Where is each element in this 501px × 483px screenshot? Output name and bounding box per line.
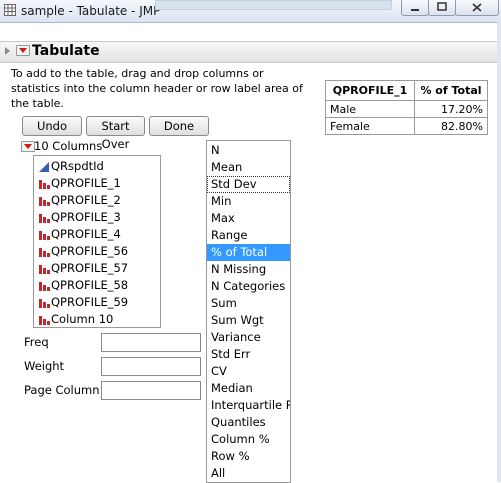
stat-item[interactable]: Interquartile Ra xyxy=(207,397,290,414)
nominal-bar-icon xyxy=(39,264,50,274)
red-triangle-menu-icon[interactable] xyxy=(16,45,30,56)
undo-button[interactable]: Undo xyxy=(22,116,82,136)
nominal-bar-icon xyxy=(39,230,50,240)
column-item[interactable]: QPROFILE_59 xyxy=(38,294,128,311)
stat-item[interactable]: Mean xyxy=(207,159,290,176)
nominal-bar-icon xyxy=(39,298,50,308)
stat-item[interactable]: N Missing xyxy=(207,261,290,278)
column-item[interactable]: Column 10 xyxy=(38,311,113,328)
stat-item[interactable]: Sum xyxy=(207,295,290,312)
background-window-strip xyxy=(155,0,392,10)
stat-item[interactable]: Column % xyxy=(207,431,290,448)
column-item[interactable]: QPROFILE_2 xyxy=(38,192,121,209)
nominal-bar-icon xyxy=(39,196,50,206)
result-table: QPROFILE_1 % of Total Male 17.20% Female… xyxy=(325,80,488,135)
window-title: sample - Tabulate - JMP xyxy=(21,4,161,18)
stat-item[interactable]: All xyxy=(207,465,290,482)
freq-label: Freq xyxy=(24,335,49,349)
table-header-column[interactable]: QPROFILE_1 xyxy=(325,80,415,101)
stat-item[interactable]: N xyxy=(207,142,290,159)
columns-list[interactable]: QRspdtId QPROFILE_1 QPROFILE_2 QPROFILE_… xyxy=(33,155,161,328)
nominal-bar-icon xyxy=(39,281,50,291)
page-column-field[interactable] xyxy=(101,381,201,400)
stat-item[interactable]: Sum Wgt xyxy=(207,312,290,329)
close-icon xyxy=(472,3,482,12)
table-row: Male 17.20% xyxy=(325,100,488,118)
maximize-icon xyxy=(437,2,447,11)
stat-item[interactable]: CV xyxy=(207,363,290,380)
table-row: Female 82.80% xyxy=(325,117,488,135)
nominal-bar-icon xyxy=(39,179,50,189)
stat-item[interactable]: Std Dev xyxy=(207,176,290,193)
stat-item[interactable]: Median xyxy=(207,380,290,397)
weight-label: Weight xyxy=(24,359,65,373)
row-label[interactable]: Female xyxy=(325,117,415,135)
column-item[interactable]: QRspdtId xyxy=(38,158,104,175)
column-item[interactable]: QPROFILE_3 xyxy=(38,209,121,226)
weight-field[interactable] xyxy=(101,357,201,376)
stat-item[interactable]: Variance xyxy=(207,329,290,346)
instructions-text: To add to the table, drag and drop colum… xyxy=(11,67,303,110)
done-button[interactable]: Done xyxy=(149,116,209,136)
stat-item[interactable]: Range xyxy=(207,227,290,244)
statistics-list[interactable]: N Mean Std Dev Min Max Range % of Total … xyxy=(206,140,291,483)
start-over-button[interactable]: Start Over xyxy=(86,116,145,151)
continuous-icon xyxy=(39,161,49,172)
row-label[interactable]: Male xyxy=(325,100,415,118)
column-item[interactable]: QPROFILE_58 xyxy=(38,277,128,294)
jmp-table-icon xyxy=(4,4,16,16)
section-title: Tabulate xyxy=(32,43,100,59)
maximize-button[interactable] xyxy=(428,0,456,16)
stat-item[interactable]: Std Err xyxy=(207,346,290,363)
close-button[interactable] xyxy=(455,0,499,16)
stat-item[interactable]: N Categories xyxy=(207,278,290,295)
window-right-border xyxy=(497,22,501,482)
freq-field[interactable] xyxy=(101,333,201,352)
column-item[interactable]: QPROFILE_1 xyxy=(38,175,121,192)
minimize-button[interactable] xyxy=(401,0,429,16)
row-value: 82.80% xyxy=(414,117,488,135)
nominal-bar-icon xyxy=(39,315,50,325)
window-titlebar: sample - Tabulate - JMP xyxy=(0,0,501,23)
disclosure-triangle-icon[interactable] xyxy=(4,46,11,56)
column-item[interactable]: QPROFILE_56 xyxy=(38,243,128,260)
page-column-label: Page Column xyxy=(24,383,100,397)
column-item[interactable]: QPROFILE_4 xyxy=(38,226,121,243)
nominal-bar-icon xyxy=(39,213,50,223)
stat-item[interactable]: Row % xyxy=(207,448,290,465)
nominal-bar-icon xyxy=(39,247,50,257)
row-value: 17.20% xyxy=(414,100,488,118)
table-header-stat[interactable]: % of Total xyxy=(414,80,488,101)
stat-item[interactable]: Quantiles xyxy=(207,414,290,431)
column-item[interactable]: QPROFILE_57 xyxy=(38,260,128,277)
columns-red-triangle-icon[interactable] xyxy=(21,141,35,152)
stat-item[interactable]: Min xyxy=(207,193,290,210)
stat-item-selected[interactable]: % of Total xyxy=(207,244,290,261)
columns-header: 10 Columns xyxy=(34,139,103,153)
minimize-icon xyxy=(411,9,419,11)
stat-item[interactable]: Max xyxy=(207,210,290,227)
